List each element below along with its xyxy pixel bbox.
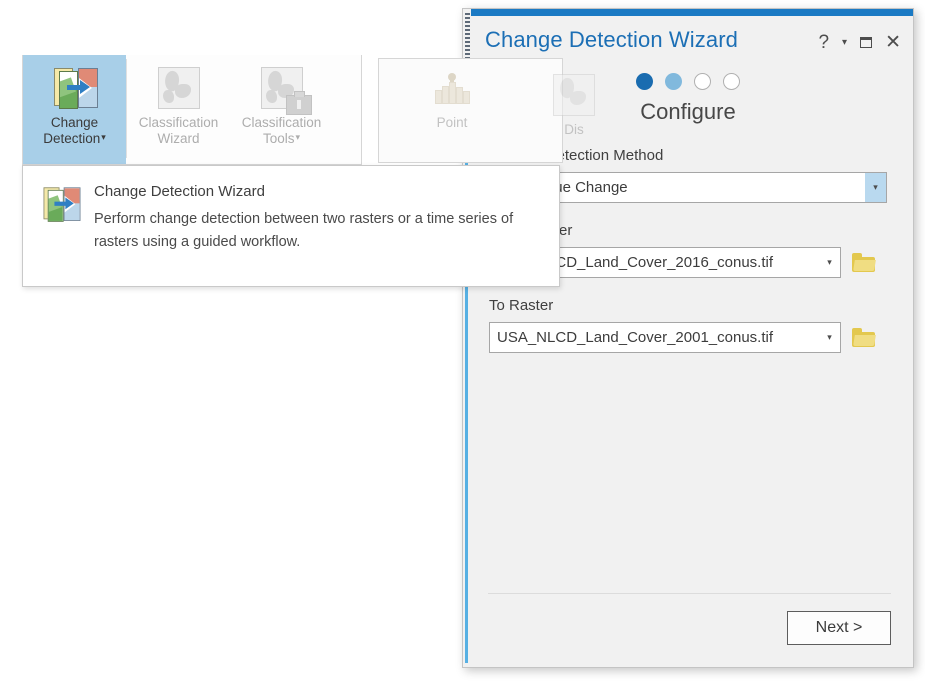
wizard-footer: Next > [463, 593, 913, 667]
ribbon-label-line1: Classification [138, 115, 219, 130]
window-controls: ? ▾ ✕ [818, 33, 901, 52]
ribbon-button-classification-tools[interactable]: Classification Tools▾ [230, 55, 333, 164]
ribbon-label-line1: Change [50, 115, 99, 130]
to-raster-select[interactable]: USA_NLCD_Land_Cover_2001_conus.tif ▾ [489, 322, 841, 353]
to-raster-browse-button[interactable] [852, 327, 876, 348]
ribbon-button-label: Dis [564, 122, 584, 137]
ribbon-button-label: Classification Wizard [127, 115, 230, 146]
ribbon-button-point[interactable]: Point [407, 71, 497, 131]
change-detection-icon [41, 184, 81, 286]
step-dot-2[interactable] [665, 73, 682, 90]
ribbon-button-label: Change Detection▾ [23, 115, 126, 147]
ribbon-label-line1: Classification [241, 115, 322, 130]
chevron-down-icon[interactable]: ▾ [842, 37, 847, 48]
folder-icon [852, 252, 875, 272]
chevron-down-icon[interactable]: ▾ [819, 323, 840, 352]
field-to-raster: To Raster USA_NLCD_Land_Cover_2001_conus… [489, 296, 887, 353]
tooltip-popup: Change Detection Wizard Perform change d… [22, 165, 560, 287]
ribbon-button-label: Classification Tools▾ [230, 115, 333, 147]
footer-divider [488, 593, 891, 594]
tooltip-description: Perform change detection between two ras… [94, 211, 514, 250]
ribbon-label-line2: Wizard [157, 130, 200, 146]
tooltip-title: Change Detection Wizard [94, 183, 265, 200]
classification-tools-icon [258, 64, 312, 115]
maximize-icon[interactable] [860, 37, 873, 48]
help-icon[interactable]: ? [818, 33, 829, 52]
step-dot-4[interactable] [723, 73, 740, 90]
folder-icon [852, 327, 875, 347]
ribbon-button-change-detection[interactable]: Change Detection▾ [23, 55, 126, 164]
classification-wizard-icon [155, 64, 203, 110]
next-button[interactable]: Next > [787, 611, 891, 645]
field-label: To Raster [489, 297, 554, 314]
ribbon-button-classification-wizard[interactable]: Classification Wizard [127, 55, 230, 164]
window-accent-bar [471, 9, 913, 16]
select-value: USA_NLCD_Land_Cover_2001_conus.tif [497, 329, 774, 346]
ribbon-toolbar: Change Detection▾ Classification Wizard … [22, 55, 362, 165]
change-detection-icon [51, 64, 99, 110]
from-raster-browse-button[interactable] [852, 252, 876, 273]
close-icon[interactable]: ✕ [885, 33, 901, 52]
ribbon-label-line2: Detection [43, 130, 101, 146]
ribbon-label-line2: Tools [262, 130, 295, 146]
ribbon-overflow-panel: Point Dis [378, 58, 595, 163]
step-dot-3[interactable] [694, 73, 711, 90]
ribbon-button-label: Point [436, 115, 468, 130]
toolbox-icon [285, 91, 312, 115]
chevron-down-icon[interactable]: ▾ [295, 130, 300, 146]
chevron-down-icon[interactable]: ▾ [819, 248, 840, 277]
chevron-down-icon[interactable]: ▾ [865, 173, 886, 202]
point-icon [429, 71, 475, 115]
step-dot-1[interactable] [636, 73, 653, 90]
ribbon-button-dis[interactable]: Dis [529, 71, 619, 138]
chevron-down-icon[interactable]: ▾ [101, 130, 106, 146]
disabled-tool-icon [550, 71, 598, 117]
